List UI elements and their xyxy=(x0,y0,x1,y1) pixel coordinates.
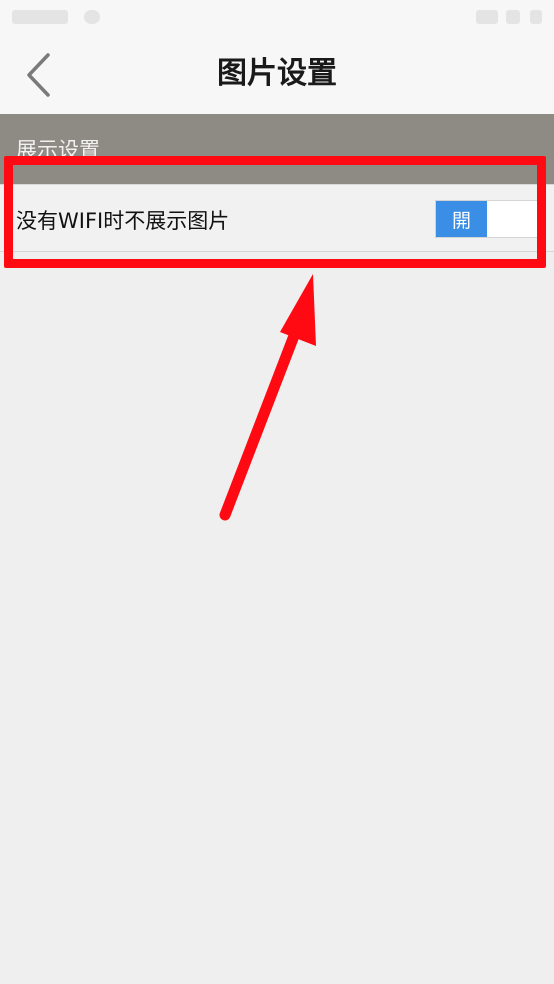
status-time-blur xyxy=(12,10,68,24)
screen: 图片设置 展示设置 没有WIFI时不展示图片 開 xyxy=(0,0,554,984)
setting-row-no-wifi-images[interactable]: 没有WIFI时不展示图片 開 xyxy=(0,184,554,252)
chevron-left-icon xyxy=(27,53,50,97)
setting-label: 没有WIFI时不展示图片 xyxy=(16,209,230,233)
toggle-knob xyxy=(487,201,538,237)
page-title: 图片设置 xyxy=(217,56,337,91)
notification-icon xyxy=(84,10,100,24)
back-button[interactable] xyxy=(14,50,64,100)
no-wifi-images-toggle[interactable]: 開 xyxy=(435,200,539,238)
wifi-icon xyxy=(476,10,498,24)
nav-bar: 图片设置 xyxy=(0,36,554,114)
battery-icon xyxy=(530,10,542,24)
section-header-label: 展示设置 xyxy=(16,138,100,162)
toggle-on-label: 開 xyxy=(436,201,487,237)
signal-icon xyxy=(506,10,520,24)
section-header: 展示设置 xyxy=(0,114,554,184)
status-bar xyxy=(0,0,554,36)
